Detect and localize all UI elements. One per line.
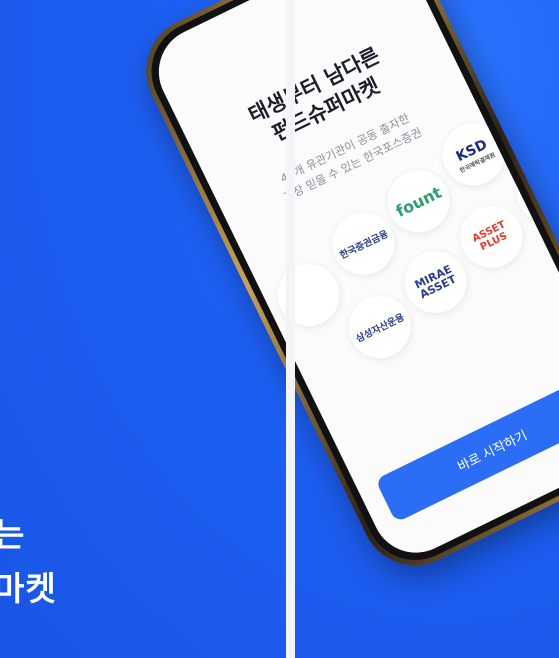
logo-korea-securities-label: 한국증권금융: [338, 228, 391, 262]
logo-fount-label: fount: [392, 182, 445, 221]
promo-text-line2: 마켓: [0, 569, 57, 608]
logo-unknown: [267, 253, 350, 337]
logo-mirae-label: MIRAE ASSET: [412, 262, 459, 302]
logo-asset-plus-label: ASSET PLUS: [470, 219, 510, 254]
promo-text-line1: 는: [0, 515, 26, 554]
split-divider: [286, 0, 295, 658]
start-now-button[interactable]: 바로 시작하기: [375, 376, 559, 523]
logo-samsung-label: 삼성자산운용: [354, 312, 407, 345]
